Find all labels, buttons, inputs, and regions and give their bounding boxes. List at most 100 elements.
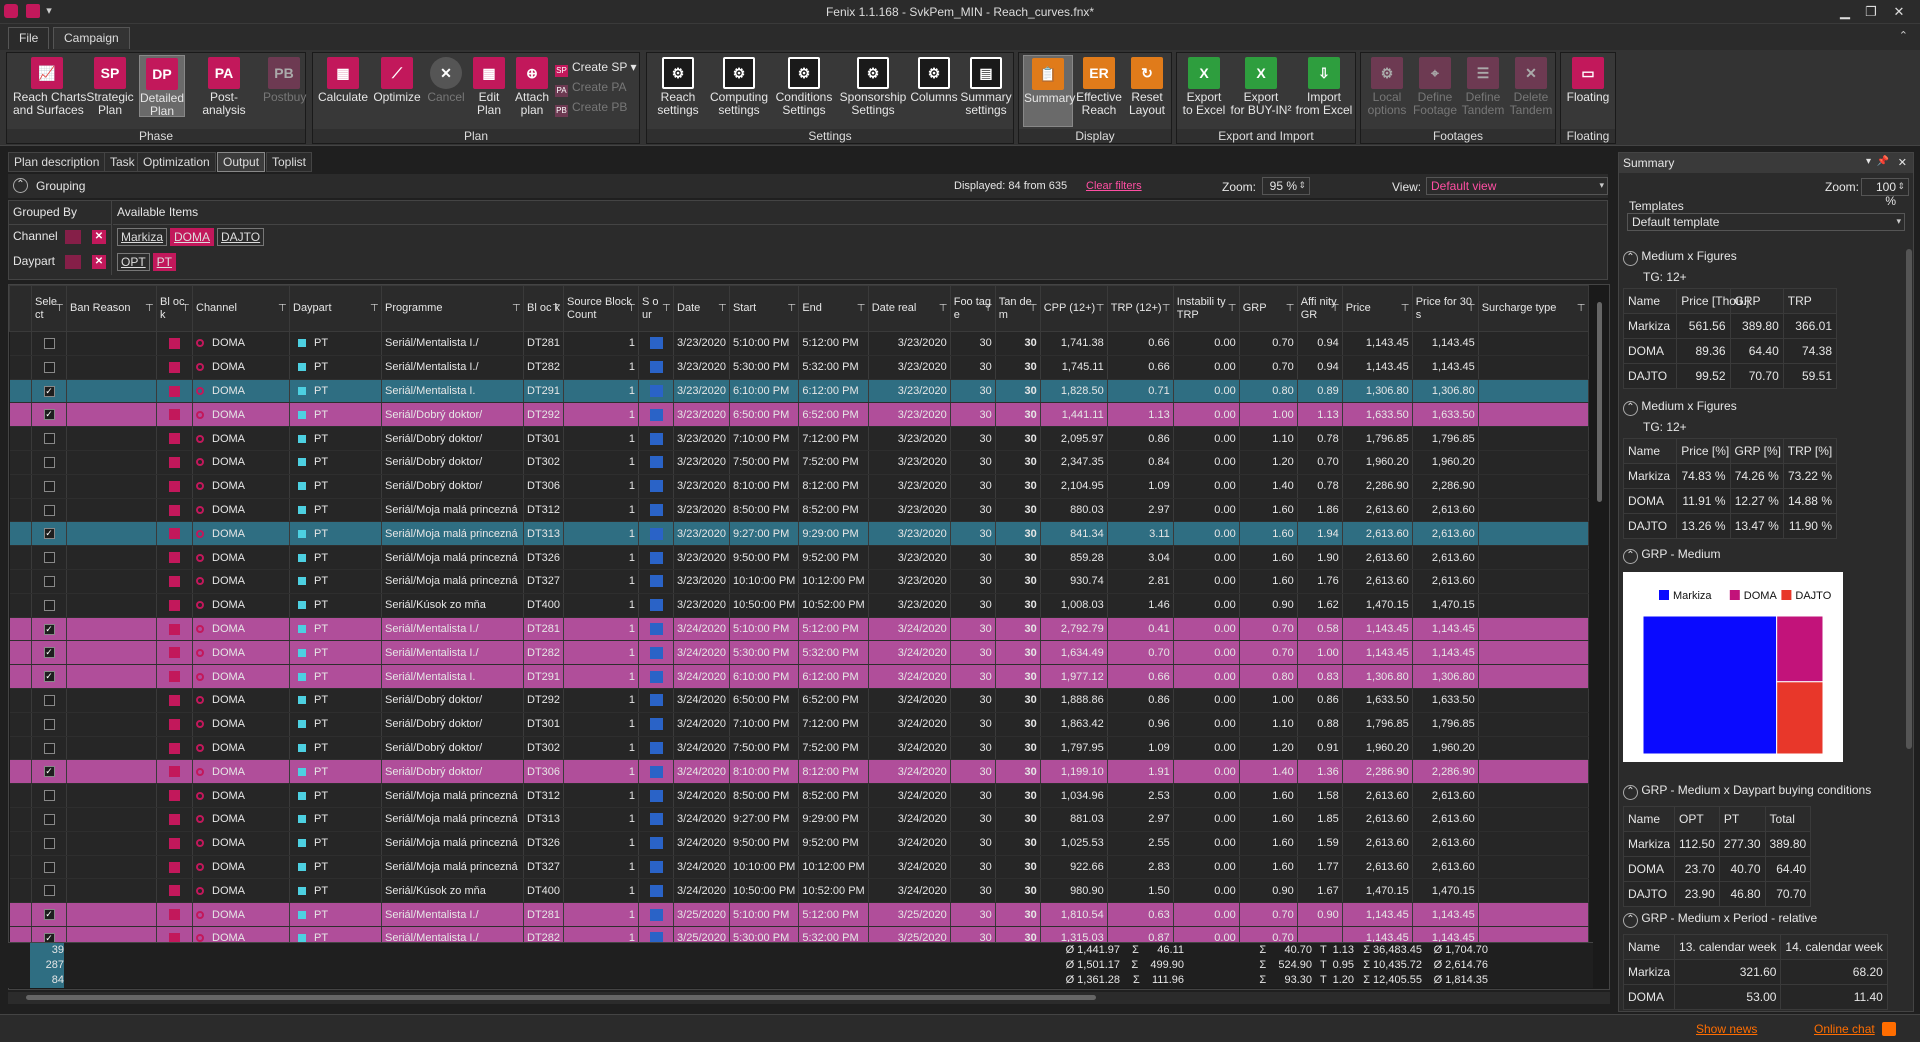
filter-icon[interactable]: ⊤ [662, 302, 671, 314]
define-tandem-button[interactable]: ☰ Define Tandem [1459, 55, 1507, 117]
panel-menu-icon[interactable]: ▾ [1866, 156, 1871, 167]
column-header[interactable]: Source Block Count ⊤ [563, 285, 640, 332]
column-header[interactable]: Start ⊤ [728, 285, 800, 332]
select-checkbox[interactable] [31, 426, 67, 451]
table-row[interactable]: DOMA PT Seriál/Kúsok zo mňa DT400 1 3/23/2020… [9, 593, 1589, 618]
spinner-icon[interactable]: ⇕ [1897, 181, 1905, 192]
sponsorship-settings-button[interactable]: ⚙ Sponsorship Settings [837, 55, 909, 117]
strategic-plan-button[interactable]: SP Strategic Plan [85, 55, 135, 117]
remove-group-icon[interactable]: ✕ [92, 230, 106, 244]
filter-icon[interactable]: ⊤ [181, 302, 190, 314]
table-row[interactable]: DOMA PT Seriál/Moja malá princezná DT327 1 3/… [9, 855, 1589, 880]
filter-icon[interactable]: ⊤ [1401, 302, 1410, 314]
column-header[interactable]: Instabili ty TRP ⊤ [1172, 285, 1240, 332]
pin-icon[interactable]: 📌 [1877, 156, 1889, 167]
select-checkbox[interactable]: ✓ [31, 640, 67, 666]
column-header[interactable]: Date real ⊤ [867, 285, 951, 332]
columns-button[interactable]: ⚙ Columns [909, 55, 959, 104]
checkbox[interactable]: ✓ [43, 409, 55, 421]
checkbox[interactable] [43, 337, 55, 349]
select-checkbox[interactable] [31, 593, 67, 618]
select-checkbox[interactable] [31, 450, 67, 475]
checkbox[interactable] [43, 790, 55, 802]
local-options-button[interactable]: ⚙ Local options [1363, 55, 1411, 117]
edit-plan-button[interactable]: ▦ Edit Plan [469, 55, 509, 117]
close-panel-icon[interactable]: ✕ [1898, 156, 1907, 169]
delete-tandem-button[interactable]: ✕ Delete Tandem [1507, 55, 1555, 117]
remove-group-icon[interactable]: ✕ [92, 255, 106, 269]
checkbox[interactable]: ✓ [43, 909, 55, 921]
tab-output[interactable]: Output [217, 152, 266, 172]
table-row[interactable]: ✓ DOMA PT Seriál/Mentalista I. DT291 1 3/23/20… [9, 379, 1589, 404]
table-row[interactable]: ✓ DOMA PT Seriál/Dobrý doktor/DT292 1 3/23/20… [9, 402, 1589, 428]
select-checkbox[interactable] [31, 569, 67, 594]
table-row[interactable]: DOMA PT Seriál/Kúsok zo mňa DT400 1 3/24/2020… [9, 878, 1589, 904]
checkbox[interactable]: ✓ [43, 385, 55, 397]
effective-reach-button[interactable]: ER Effective Reach [1075, 55, 1123, 117]
grid-vertical-scrollbar[interactable] [1594, 290, 1604, 990]
table-row[interactable]: DOMA PT Seriál/Moja malá princezná DT327 1 3/… [9, 569, 1589, 594]
scroll-thumb[interactable] [1597, 302, 1602, 502]
create-sp-button[interactable]: SP Create SP ▾ [555, 59, 637, 77]
select-checkbox[interactable]: ✓ [31, 759, 67, 785]
table-row[interactable]: DOMA PT Seriál/Moja malá princezná DT326 1 3/… [9, 831, 1589, 856]
ribbon-collapse-icon[interactable]: ⌃ [1899, 29, 1908, 42]
column-header[interactable]: CPP (12+) ⊤ [1039, 285, 1108, 332]
column-header[interactable]: Sele ct ⊤ [31, 285, 67, 332]
export-excel-button[interactable]: X Export to Excel [1179, 55, 1229, 117]
table-row[interactable]: DOMA PT Seriál/Dobrý doktor/DT306 1 3/23/202… [9, 474, 1589, 499]
online-chat-link[interactable]: Online chat [1814, 1022, 1875, 1036]
checkbox[interactable]: ✓ [43, 766, 55, 778]
postbuy-button[interactable]: PB Postbuy [263, 55, 306, 104]
select-checkbox[interactable] [31, 831, 67, 856]
filter-icon[interactable]: ⊤ [627, 302, 636, 314]
table-row[interactable]: ✓ DOMA PT Seriál/Mentalista I./DT282 1 3/24/2… [9, 640, 1589, 666]
table-row[interactable]: ✓ DOMA PT Seriál/Mentalista I. DT291 1 3/24/20… [9, 664, 1589, 689]
conditions-settings-button[interactable]: ⚙ Conditions Settings [773, 55, 835, 117]
checkbox[interactable]: ✓ [43, 671, 55, 683]
import-excel-button[interactable]: ⇩ Import from Excel [1295, 55, 1353, 117]
select-checkbox[interactable]: ✓ [31, 521, 67, 547]
clear-filters-link[interactable]: Clear filters [1086, 180, 1142, 192]
column-header[interactable]: Foo tag e ⊤ [949, 285, 996, 332]
column-header[interactable]: TRP (12+) ⊤ [1106, 285, 1174, 332]
select-checkbox[interactable] [31, 474, 67, 499]
cancel-button[interactable]: ✕ Cancel [425, 55, 467, 104]
select-checkbox[interactable] [31, 878, 67, 904]
table-row[interactable]: DOMA PT Seriál/Moja malá princezná DT312 1 3/… [9, 498, 1589, 523]
select-checkbox[interactable] [31, 783, 67, 808]
define-footage-button[interactable]: ⌖ Define Footage [1411, 55, 1459, 117]
show-news-link[interactable]: Show news [1696, 1022, 1757, 1036]
create-pa-button[interactable]: PA Create PA [555, 79, 626, 97]
column-header[interactable]: Ban Reason ⊤ [66, 285, 157, 332]
select-checkbox[interactable]: ✓ [31, 379, 67, 404]
collapse-chevron-icon[interactable]: ⌃ [1623, 785, 1638, 800]
table-row[interactable]: DOMA PT Seriál/Dobrý doktor/DT301 1 3/23/202… [9, 426, 1589, 451]
optimize-button[interactable]: ⟋ Optimize [371, 55, 423, 104]
summary-settings-button[interactable]: ▤ Summary settings [959, 55, 1013, 117]
calculate-button[interactable]: ▦ Calculate [317, 55, 369, 104]
column-header[interactable]: Daypart ⊤ [289, 285, 382, 332]
export-buyin-button[interactable]: X Export for BUY-IN² [1229, 55, 1293, 117]
zoom-input[interactable]: 95 % ⇕ [1262, 177, 1310, 195]
filter-icon[interactable]: ⊤ [1162, 302, 1171, 314]
select-checkbox[interactable] [31, 545, 67, 570]
checkbox[interactable] [43, 361, 55, 373]
select-checkbox[interactable]: ✓ [31, 617, 67, 642]
column-header[interactable]: Price ⊤ [1341, 285, 1413, 332]
table-row[interactable]: DOMA PT Seriál/Dobrý doktor/DT292 1 3/24/202… [9, 688, 1589, 713]
collapse-chevron-icon[interactable]: ⌃ [1623, 251, 1638, 266]
checkbox[interactable] [43, 504, 55, 516]
table-row[interactable]: DOMA PT Seriál/Moja malá princezná DT313 1 3/… [9, 807, 1589, 832]
checkbox[interactable] [43, 718, 55, 730]
sort-icon[interactable] [65, 255, 81, 269]
filter-icon[interactable]: ⊤ [1577, 302, 1586, 314]
chip-opt[interactable]: OPT [117, 253, 150, 271]
checkbox[interactable] [43, 480, 55, 492]
column-header[interactable]: Bl oc k ⊤ [522, 285, 565, 332]
table-row[interactable]: ✓ DOMA PT Seriál/Moja malá princezná DT313 1 3… [9, 521, 1589, 547]
computing-settings-button[interactable]: ⚙ Computing settings [707, 55, 771, 117]
filter-icon[interactable]: ⊤ [1331, 302, 1340, 314]
column-header[interactable]: Surcharge type ⊤ [1477, 285, 1589, 332]
view-select[interactable]: Default view ▾ [1426, 177, 1608, 195]
